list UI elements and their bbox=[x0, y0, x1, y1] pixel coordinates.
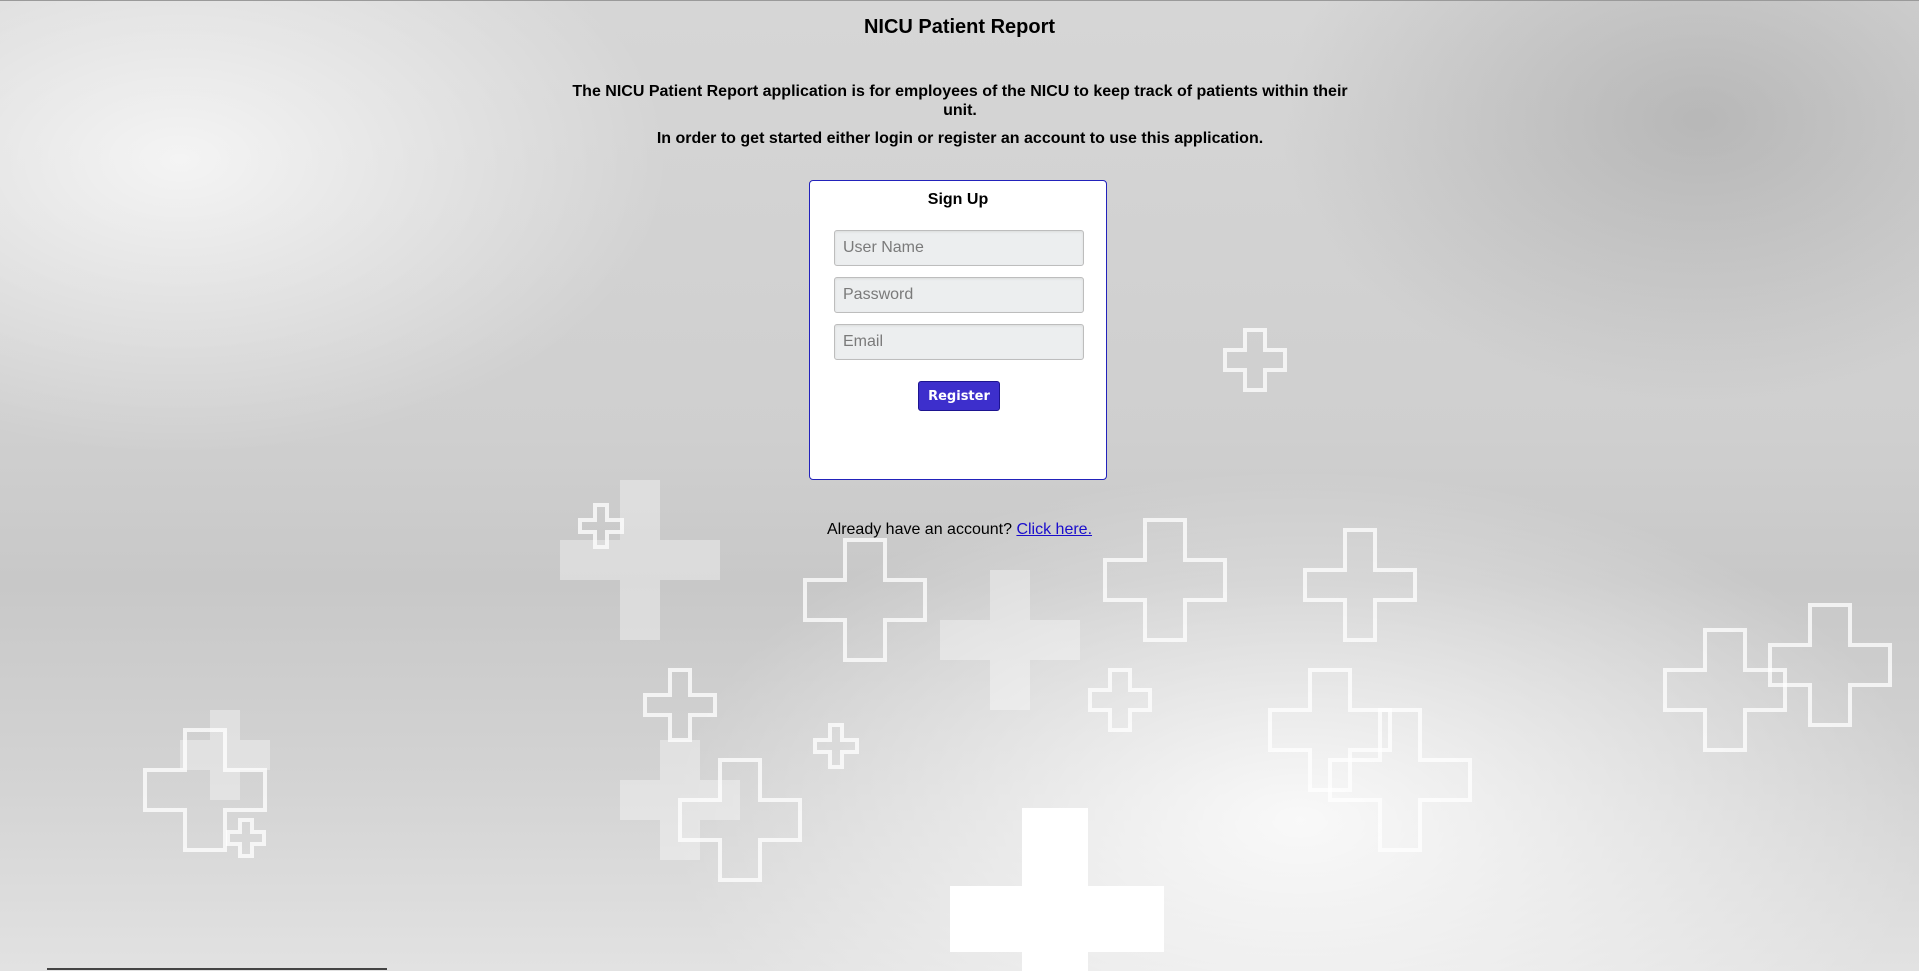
medical-cross-icon bbox=[226, 818, 266, 858]
medical-cross-icon bbox=[620, 740, 740, 860]
register-button[interactable]: Register bbox=[918, 381, 1000, 411]
password-input[interactable] bbox=[834, 277, 1084, 313]
login-prompt: Already have an account? Click here. bbox=[0, 521, 1919, 539]
medical-cross-icon bbox=[1663, 628, 1787, 752]
medical-cross-icon bbox=[940, 570, 1080, 710]
signup-title: Sign Up bbox=[927, 191, 989, 208]
medical-cross-icon bbox=[560, 480, 720, 640]
medical-cross-icon bbox=[143, 728, 267, 852]
medical-cross-icon bbox=[1088, 668, 1152, 732]
medical-cross-icon bbox=[1328, 708, 1472, 852]
medical-cross-icon bbox=[1768, 603, 1892, 727]
signup-card: Sign Up Register bbox=[809, 180, 1107, 480]
page-title: NICU Patient Report bbox=[863, 16, 1056, 38]
medical-cross-icon bbox=[803, 538, 927, 662]
medical-cross-icon bbox=[1303, 528, 1417, 642]
medical-cross-icon bbox=[678, 758, 802, 882]
bottom-divider bbox=[47, 968, 387, 970]
username-input[interactable] bbox=[834, 230, 1084, 266]
intro-text: The NICU Patient Report application is f… bbox=[560, 82, 1360, 148]
login-link[interactable]: Click here. bbox=[1016, 521, 1092, 538]
medical-cross-icon bbox=[1223, 328, 1287, 392]
intro-description: The NICU Patient Report application is f… bbox=[572, 83, 1348, 119]
medical-cross-icon bbox=[950, 808, 1164, 971]
medical-cross-icon bbox=[180, 710, 270, 800]
top-border bbox=[0, 0, 1919, 1]
medical-cross-icon bbox=[643, 668, 717, 742]
medical-cross-icon bbox=[1268, 668, 1392, 792]
intro-instructions: In order to get started either login or … bbox=[656, 130, 1264, 147]
login-prompt-text: Already have an account? bbox=[826, 521, 1012, 538]
email-input[interactable] bbox=[834, 324, 1084, 360]
medical-cross-icon bbox=[813, 723, 859, 769]
